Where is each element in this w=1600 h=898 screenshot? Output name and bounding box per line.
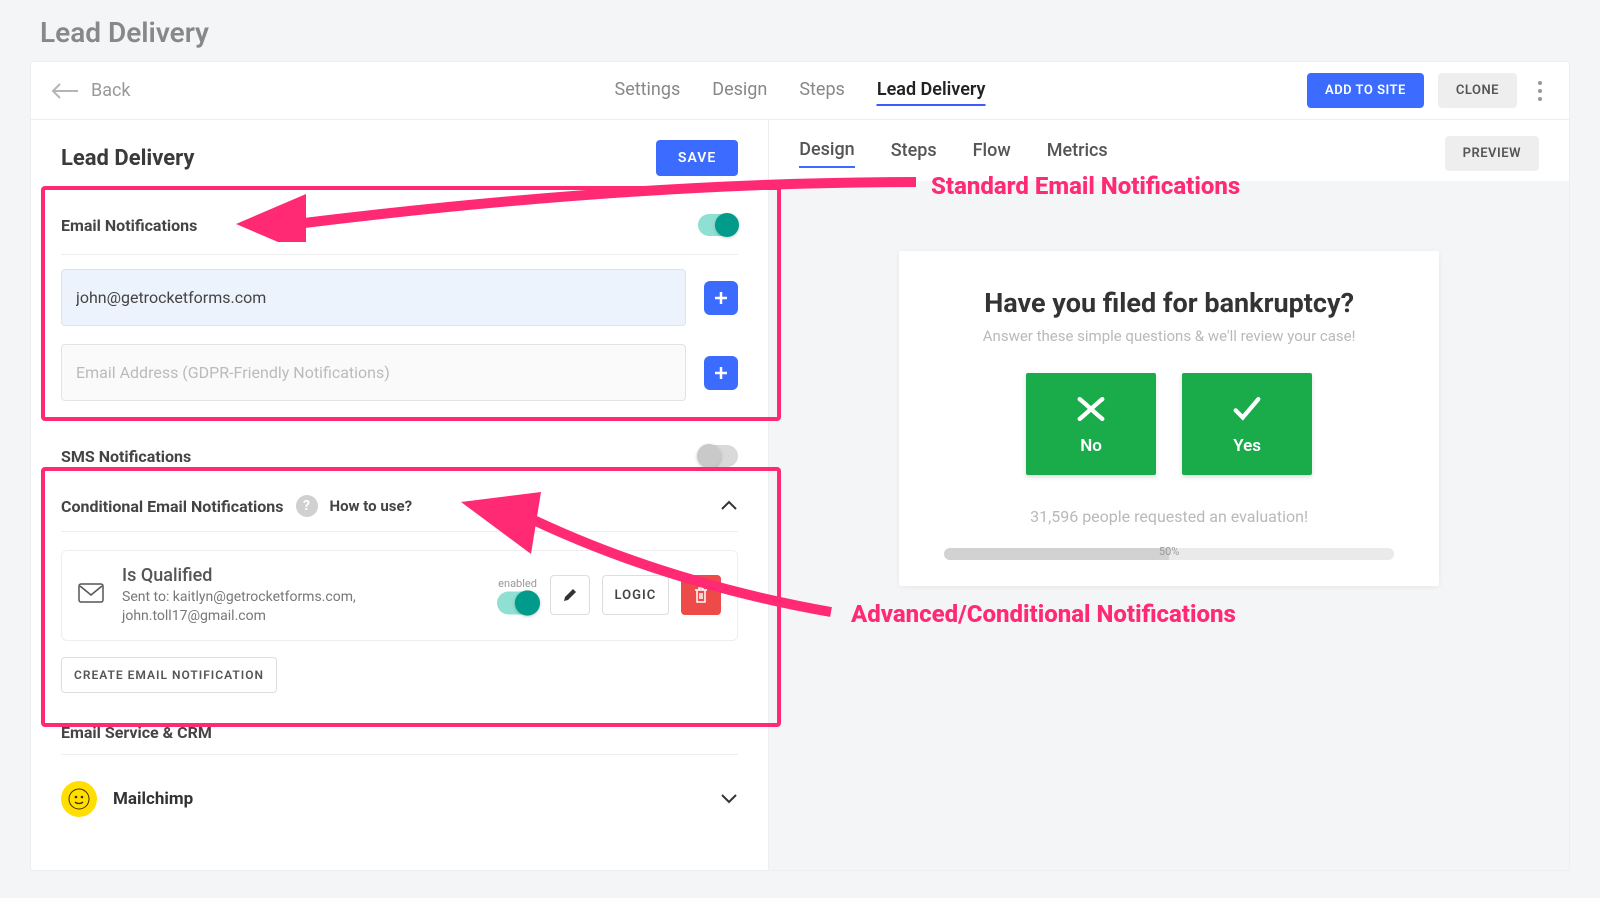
preview-button[interactable]: PREVIEW	[1445, 136, 1539, 171]
option-no-label: No	[1080, 436, 1102, 456]
right-tab-design[interactable]: Design	[799, 139, 854, 168]
sms-section: SMS Notifications	[31, 437, 768, 489]
plus-icon	[714, 366, 728, 380]
email-section-title: Email Notifications	[61, 216, 197, 235]
tab-lead-delivery[interactable]: Lead Delivery	[877, 75, 986, 106]
option-yes-label: Yes	[1233, 436, 1261, 456]
top-actions: ADD TO SITE CLONE	[1307, 73, 1549, 108]
rule-name: Is Qualified	[122, 565, 480, 586]
email-input[interactable]	[61, 269, 686, 326]
email-toggle[interactable]	[698, 214, 738, 236]
plus-icon	[714, 291, 728, 305]
add-gdpr-email-button[interactable]	[704, 356, 738, 390]
progress-bar: 50%	[944, 548, 1394, 560]
content: Lead Delivery SAVE Email Notifications	[31, 120, 1569, 870]
top-bar: Back Settings Design Steps Lead Delivery…	[31, 62, 1569, 120]
email-row-primary	[61, 269, 738, 326]
option-no[interactable]: No	[1026, 373, 1156, 475]
rule-enabled: enabled	[498, 577, 538, 614]
add-email-button[interactable]	[704, 281, 738, 315]
right-tabs: Design Steps Flow Metrics PREVIEW	[769, 120, 1569, 181]
left-title: Lead Delivery	[61, 146, 194, 171]
rule-recipients: Sent to: kaitlyn@getrocketforms.com, joh…	[122, 588, 480, 626]
more-menu-button[interactable]	[1531, 81, 1549, 101]
top-tabs: Settings Design Steps Lead Delivery	[615, 75, 986, 106]
logic-button[interactable]: LOGIC	[602, 575, 670, 615]
sms-toggle[interactable]	[698, 445, 738, 467]
sms-section-title: SMS Notifications	[61, 447, 191, 466]
add-to-site-button[interactable]: ADD TO SITE	[1307, 73, 1424, 108]
crm-header: Email Service & CRM	[61, 715, 738, 755]
social-proof: 31,596 people requested an evaluation!	[919, 507, 1419, 526]
delete-rule-button[interactable]	[681, 575, 721, 615]
left-header: Lead Delivery SAVE	[31, 120, 768, 196]
crm-section: Email Service & CRM	[31, 711, 768, 775]
conditional-header[interactable]: Conditional Email Notifications ? How to…	[61, 495, 738, 532]
form-preview: Have you filed for bankruptcy? Answer th…	[899, 251, 1439, 586]
option-yes[interactable]: Yes	[1182, 373, 1312, 475]
edit-rule-button[interactable]	[550, 575, 590, 615]
mailchimp-label: Mailchimp	[113, 789, 193, 809]
tab-design[interactable]: Design	[712, 75, 767, 106]
tab-settings[interactable]: Settings	[615, 75, 681, 106]
progress-label: 50%	[944, 546, 1394, 558]
clone-button[interactable]: CLONE	[1438, 73, 1517, 108]
create-notification-button[interactable]: CREATE EMAIL NOTIFICATION	[61, 657, 277, 693]
form-subtitle: Answer these simple questions & we'll re…	[919, 327, 1419, 345]
help-icon: ?	[296, 495, 318, 517]
mailchimp-row[interactable]: Mailchimp	[31, 775, 768, 821]
form-title: Have you filed for bankruptcy?	[919, 287, 1419, 319]
chevron-up-icon[interactable]	[720, 497, 738, 516]
rule-body: Is Qualified Sent to: kaitlyn@getrocketf…	[122, 565, 480, 626]
back-button[interactable]: Back	[51, 80, 131, 101]
preview-area: Have you filed for bankruptcy? Answer th…	[769, 181, 1569, 870]
email-row-gdpr	[61, 344, 738, 401]
x-icon	[1074, 392, 1108, 426]
arrow-left-icon	[51, 82, 79, 100]
mailchimp-icon	[61, 781, 97, 817]
notification-rule: Is Qualified Sent to: kaitlyn@getrocketf…	[61, 550, 738, 641]
right-column: Design Steps Flow Metrics PREVIEW Have y…	[769, 120, 1569, 870]
trash-icon	[693, 586, 709, 604]
howto-link[interactable]: How to use?	[330, 497, 413, 515]
rule-toggle[interactable]	[497, 591, 539, 614]
email-section-header: Email Notifications	[61, 206, 738, 255]
email-notifications-section: Email Notifications	[31, 196, 768, 437]
sms-section-header: SMS Notifications	[61, 437, 738, 471]
main-panel: Back Settings Design Steps Lead Delivery…	[30, 61, 1570, 871]
right-tab-flow[interactable]: Flow	[973, 140, 1011, 167]
enabled-label: enabled	[498, 577, 537, 590]
chevron-down-icon[interactable]	[720, 789, 738, 808]
tab-steps[interactable]: Steps	[799, 75, 845, 106]
right-tab-metrics[interactable]: Metrics	[1047, 140, 1108, 167]
left-column: Lead Delivery SAVE Email Notifications	[31, 120, 769, 870]
envelope-icon	[78, 583, 104, 607]
check-icon	[1230, 392, 1264, 426]
gdpr-email-input[interactable]	[61, 344, 686, 401]
page-title: Lead Delivery	[30, 0, 1570, 61]
back-label: Back	[91, 80, 131, 101]
rule-actions: enabled LOGIC	[498, 575, 722, 615]
conditional-section: Conditional Email Notifications ? How to…	[31, 489, 768, 711]
crm-title: Email Service & CRM	[61, 723, 212, 742]
save-button[interactable]: SAVE	[656, 140, 738, 176]
conditional-title: Conditional Email Notifications	[61, 497, 284, 516]
form-options: No Yes	[919, 373, 1419, 475]
pencil-icon	[562, 587, 578, 603]
right-tab-steps[interactable]: Steps	[891, 140, 937, 167]
